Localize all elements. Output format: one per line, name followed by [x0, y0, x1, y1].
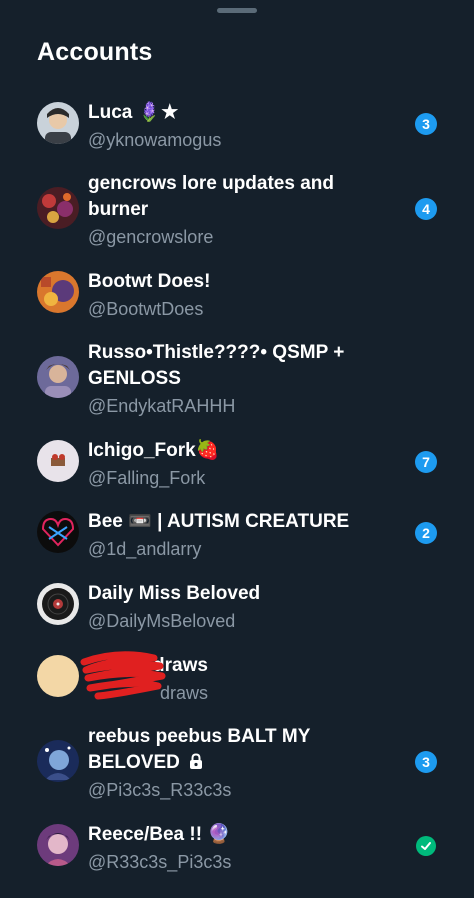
account-name: gencrows lore updates and burner [88, 173, 334, 220]
drag-handle[interactable] [217, 8, 257, 13]
account-handle: @EndykatRAHHH [88, 396, 236, 416]
active-check-icon [416, 836, 436, 856]
account-name: Bee 📼 | AUTISM CREATURE [88, 511, 350, 532]
avatar [37, 356, 79, 398]
account-row[interactable]: reebus peebus BALT MY BELOVED @Pi3c3s_R3… [0, 724, 474, 804]
notification-badge: 3 [415, 113, 437, 135]
avatar [37, 511, 79, 553]
account-row[interactable]: Ichigo_Fork🍓 @Falling_Fork 7 [0, 438, 474, 494]
notification-badge: 3 [415, 751, 437, 773]
notification-badge: 2 [415, 522, 437, 544]
account-row[interactable]: Daily Miss Beloved @DailyMsBeloved [0, 581, 474, 637]
notification-badge: 7 [415, 451, 437, 473]
avatar [37, 187, 79, 229]
account-handle: @gencrowslore [88, 227, 214, 247]
account-handle: @Falling_Fork [88, 468, 206, 488]
account-row[interactable]: Luca 🪻★ @yknowamogus 3 [0, 100, 474, 156]
notification-badge: 4 [415, 198, 437, 220]
account-handle: @R33c3s_Pi3c3s [88, 852, 232, 872]
account-handle: @yknowamogus [88, 130, 222, 150]
account-handle: @Pi3c3s_R33c3s [88, 780, 232, 800]
account-row[interactable]: Bee 📼 | AUTISM CREATURE @1d_andlarry 2 [0, 509, 474, 565]
avatar [37, 740, 79, 782]
account-name: Ichigo_Fork🍓 [88, 440, 220, 461]
avatar [37, 102, 79, 144]
account-name: Russo•Thistle????• QSMP + GENLOSS [88, 342, 345, 389]
account-handle: @DailyMsBeloved [88, 611, 236, 631]
account-row[interactable]: Bootwt Does! @BootwtDoes [0, 269, 474, 325]
account-handle: @BootwtDoes [88, 299, 204, 319]
account-row-active[interactable]: Reece/Bea !! 🔮 @R33c3s_Pi3c3s [0, 822, 474, 878]
account-name: Bootwt Does! [88, 271, 211, 292]
lock-icon [190, 753, 203, 769]
avatar [37, 655, 79, 697]
account-handle: @1d_andlarry [88, 539, 202, 559]
accounts-sheet: Accounts Luca 🪻★ @yknowamogus 3 gencrows… [0, 0, 474, 898]
avatar [37, 440, 79, 482]
sheet-title: Accounts [37, 38, 153, 66]
account-handle: draws [160, 683, 209, 703]
account-name: Daily Miss Beloved [88, 583, 261, 604]
redaction-scribble [80, 651, 166, 700]
avatar [37, 583, 79, 625]
account-row[interactable]: gencrows lore updates and burner @gencro… [0, 171, 474, 251]
avatar [37, 271, 79, 313]
account-name: Luca 🪻★ [88, 102, 179, 123]
account-name: reebus peebus BALT MY BELOVED [88, 724, 388, 776]
account-row[interactable]: draws draws [0, 653, 474, 709]
avatar [37, 824, 79, 866]
account-row[interactable]: Russo•Thistle????• QSMP + GENLOSS @Endyk… [0, 340, 474, 420]
account-name: draws [153, 655, 208, 676]
account-name: Reece/Bea !! 🔮 [88, 824, 231, 845]
